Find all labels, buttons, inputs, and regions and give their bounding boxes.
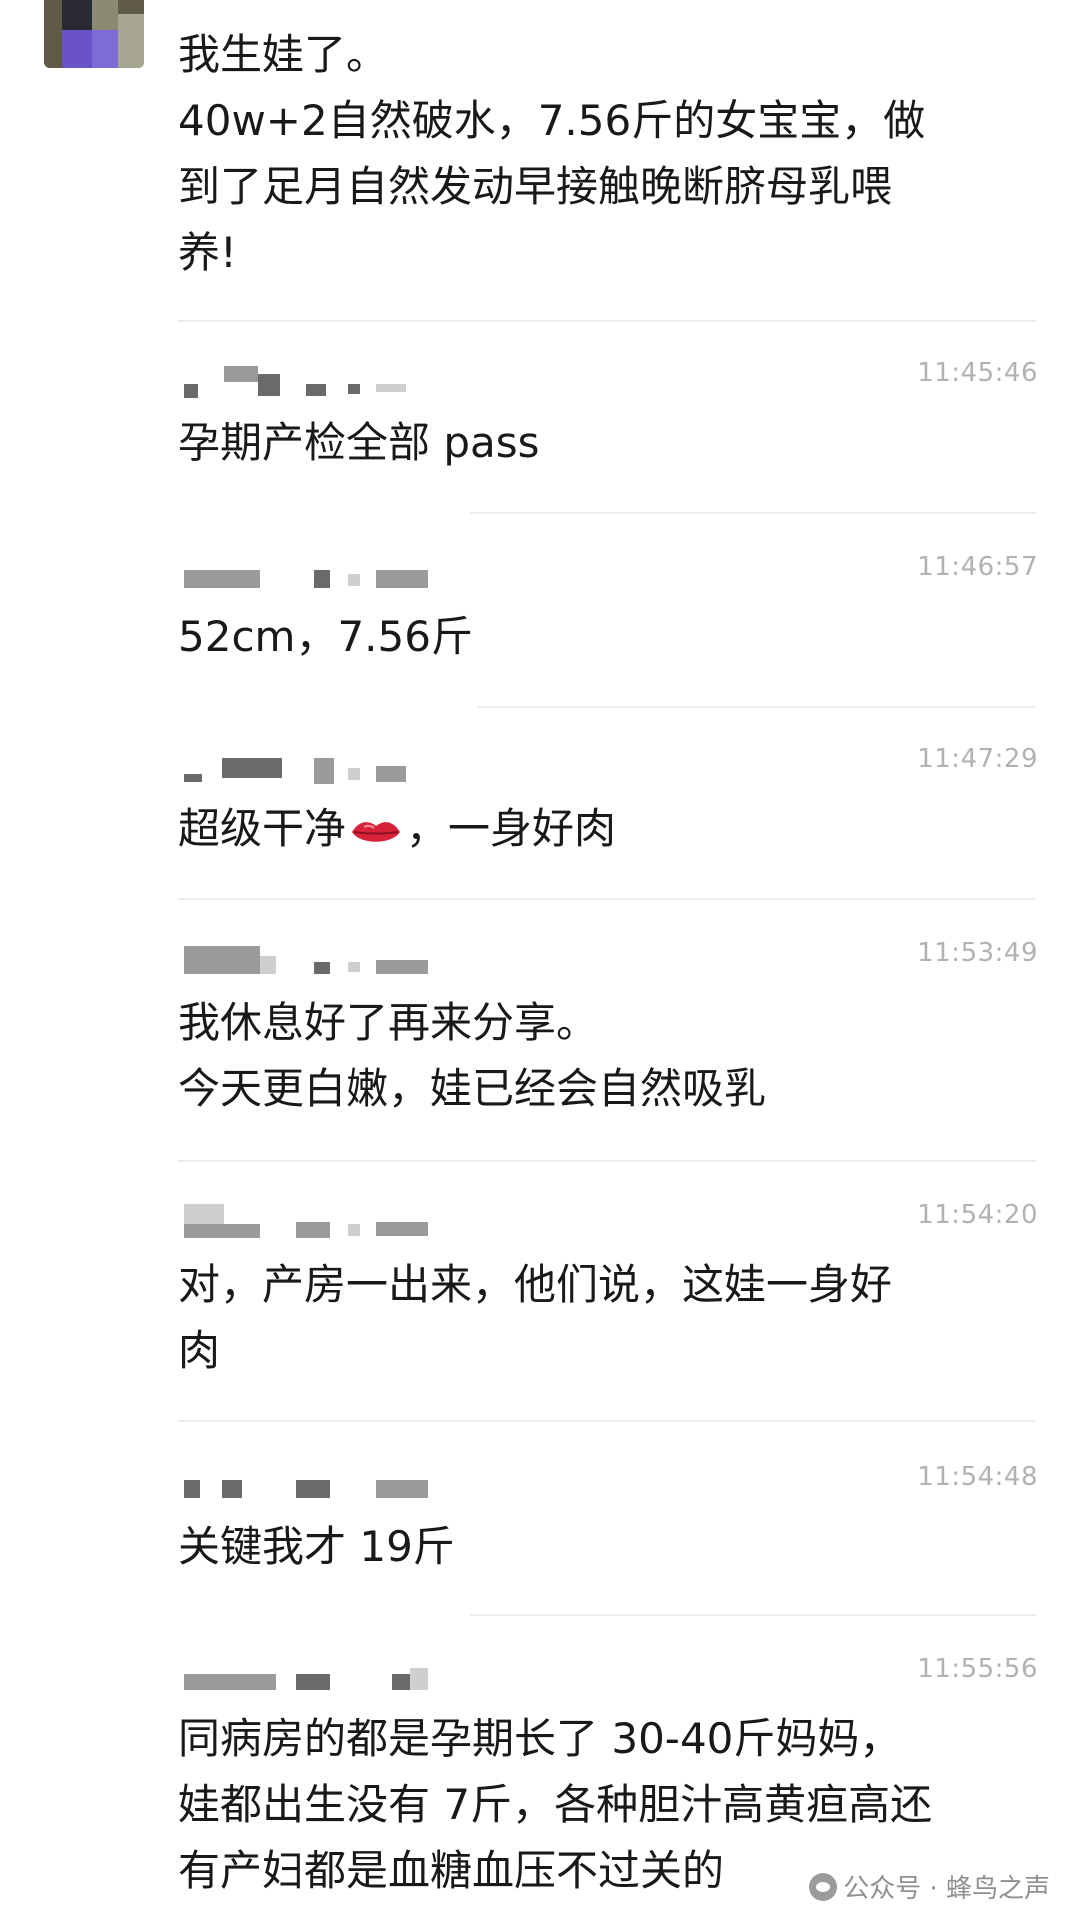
- message-7: 11:55:56 同病房的都是孕期长了 30-40斤妈妈， 娃都出生没有 7斤，…: [178, 1654, 1038, 1904]
- divider: [178, 1420, 1036, 1422]
- blurred-sender-name: [178, 1462, 438, 1498]
- message-text: 孕期产检全部 pass: [178, 418, 540, 467]
- lips-emoji: [352, 822, 401, 842]
- blurred-sender-name: [178, 744, 438, 784]
- message-text: 超级干净 ，一身好肉: [178, 804, 617, 853]
- avatar[interactable]: [44, 0, 144, 68]
- divider: [478, 706, 1036, 708]
- blurred-sender-name: [178, 552, 438, 588]
- blurred-sender-name: [178, 1654, 438, 1690]
- message-time: 11:53:49: [917, 938, 1038, 968]
- blurred-sender-name: [178, 1200, 438, 1238]
- chat-history: 我生娃了。 40w+2自然破水，7.56斤的女宝宝，做 到了足月自然发动早接触晚…: [0, 0, 1080, 1917]
- message-text: 我休息好了再来分享。 今天更白嫩，娃已经会自然吸乳: [178, 998, 767, 1113]
- message-1: 11:45:46 孕期产检全部 pass: [178, 358, 1038, 478]
- message-time: 11:45:46: [917, 358, 1038, 388]
- watermark-text: 公众号 · 蜂鸟之声: [843, 1874, 1050, 1904]
- message-text: 我生娃了。 40w+2自然破水，7.56斤的女宝宝，做 到了足月自然发动早接触晚…: [178, 30, 926, 277]
- blurred-sender-name: [178, 938, 438, 974]
- blurred-sender-name: [178, 358, 438, 398]
- message-4: 11:53:49 我休息好了再来分享。 今天更白嫩，娃已经会自然吸乳: [178, 938, 1038, 1118]
- message-3: 11:47:29 超级干净 ，一身好肉: [178, 744, 1038, 864]
- divider: [178, 1160, 1036, 1162]
- message-0: 我生娃了。 40w+2自然破水，7.56斤的女宝宝，做 到了足月自然发动早接触晚…: [178, 22, 1038, 282]
- message-6: 11:54:48 关键我才 19斤: [178, 1462, 1038, 1582]
- message-time: 11:46:57: [917, 552, 1038, 582]
- divider: [178, 320, 1036, 322]
- message-text: 52cm，7.56斤: [178, 612, 473, 661]
- message-time: 11:47:29: [917, 744, 1038, 774]
- message-2: 11:46:57 52cm，7.56斤: [178, 552, 1038, 672]
- message-time: 11:54:20: [917, 1200, 1038, 1230]
- message-time: 11:54:48: [917, 1462, 1038, 1492]
- watermark: 公众号 · 蜂鸟之声: [809, 1868, 1050, 1905]
- divider: [470, 512, 1036, 514]
- divider: [178, 898, 1036, 900]
- message-5: 11:54:20 对，产房一出来，他们说，这娃一身好 肉: [178, 1200, 1038, 1380]
- message-text: 关键我才 19斤: [178, 1522, 455, 1571]
- message-time: 11:55:56: [917, 1654, 1038, 1684]
- message-text: 对，产房一出来，他们说，这娃一身好 肉: [178, 1260, 893, 1375]
- wechat-official-account-icon: [809, 1872, 838, 1901]
- divider: [470, 1614, 1036, 1616]
